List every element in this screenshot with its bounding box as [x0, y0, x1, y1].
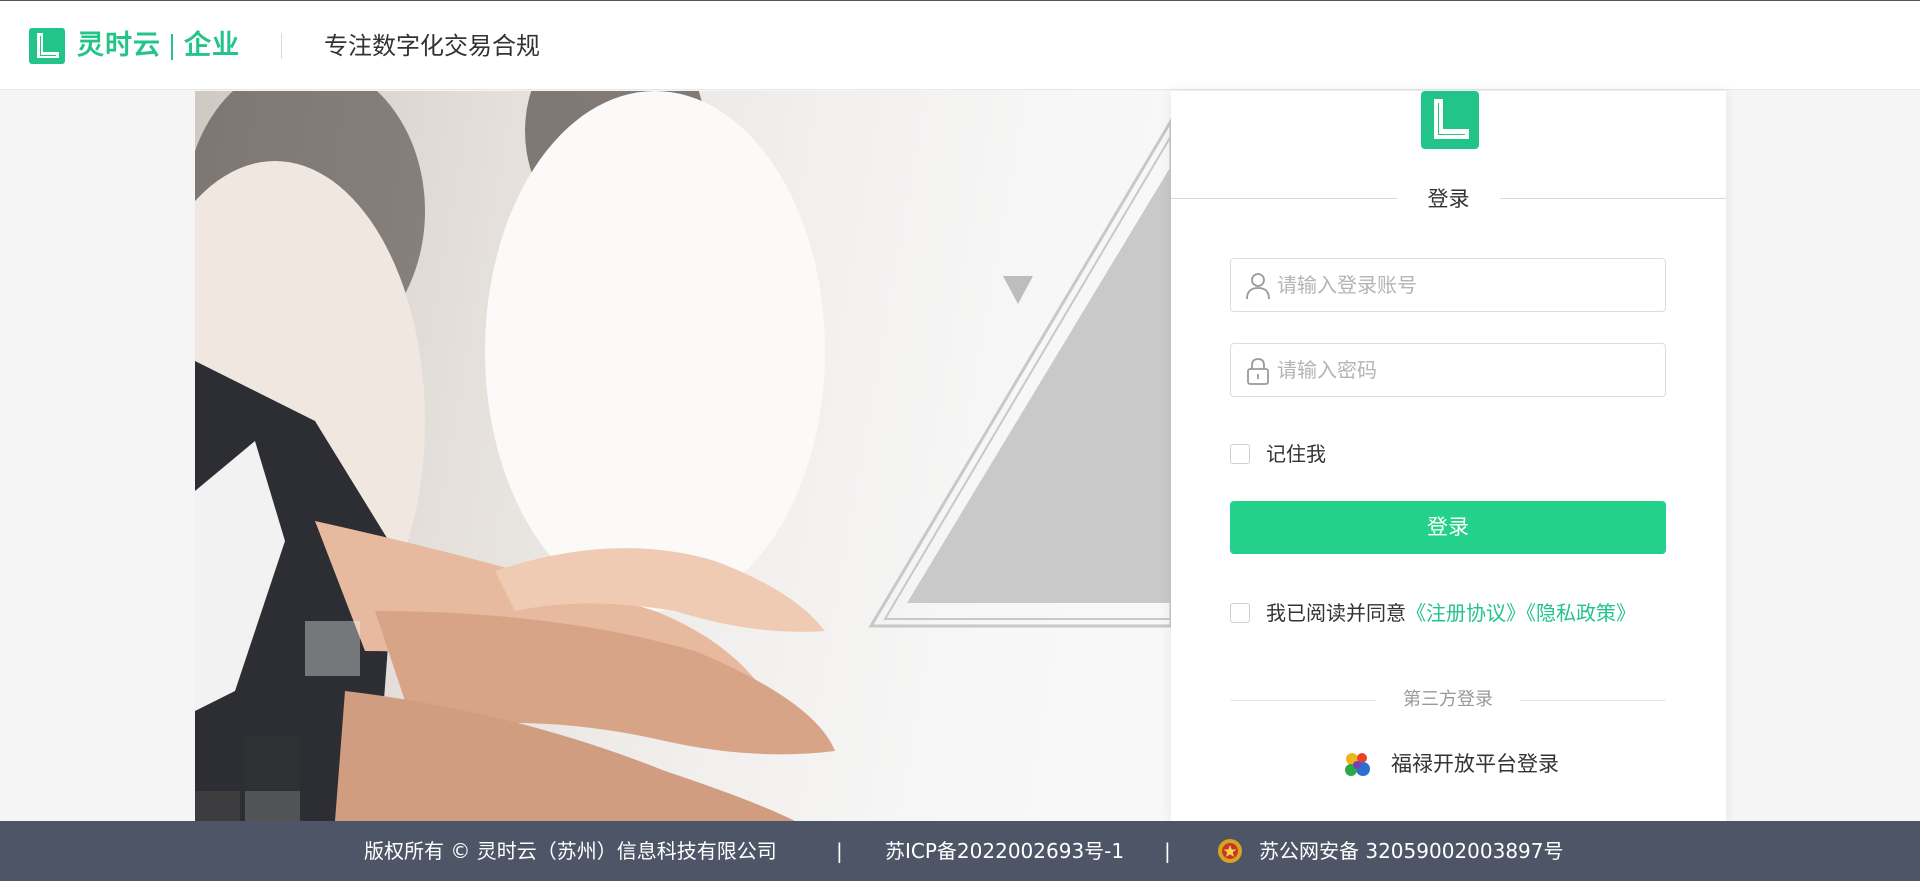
password-input[interactable] — [1277, 344, 1657, 396]
privacy-policy-link[interactable]: 《隐私政策》 — [1526, 601, 1636, 625]
footer-icp-link[interactable]: 苏ICP备2022002693号-1 — [885, 821, 1124, 881]
footer: 版权所有 © 灵时云（苏州）信息科技有限公司 | 苏ICP备2022002693… — [0, 821, 1920, 881]
remember-label[interactable]: 记住我 — [1266, 440, 1326, 468]
brand-name: 灵时云 — [77, 30, 161, 61]
fulu-logo-icon[interactable] — [1341, 749, 1373, 781]
title-divider-left — [1171, 198, 1397, 199]
header-separator — [281, 33, 282, 59]
brand-divider — [171, 34, 173, 60]
brand-subtitle: 企业 — [184, 30, 240, 61]
account-field[interactable] — [1230, 258, 1666, 312]
agreement-text: 我已阅读并同意《注册协议》《隐私政策》 — [1266, 598, 1636, 628]
login-title: 登录 — [1427, 187, 1470, 211]
login-button[interactable]: 登录 — [1230, 501, 1666, 554]
password-field[interactable] — [1230, 343, 1666, 397]
agreement-row: 我已阅读并同意《注册协议》《隐私政策》 — [1230, 598, 1690, 628]
third-party-title: 第三方登录 — [1403, 689, 1493, 710]
third-party-divider: 第三方登录 — [1230, 687, 1666, 713]
team-hands-illustration — [195, 91, 1171, 821]
account-input[interactable] — [1277, 259, 1657, 311]
footer-copyright: 版权所有 © 灵时云（苏州）信息科技有限公司 — [364, 839, 777, 863]
title-divider-right — [1500, 198, 1726, 199]
header-slogan: 专注数字化交易合规 — [324, 32, 540, 60]
footer-separator: | — [836, 839, 843, 863]
third-party-line-right — [1520, 700, 1666, 701]
top-header: 灵时云 企业 专注数字化交易合规 — [0, 0, 1920, 90]
register-agreement-link[interactable]: 《注册协议》 — [1406, 601, 1526, 625]
user-icon — [1246, 273, 1270, 300]
lock-icon — [1247, 358, 1269, 385]
agreement-prefix: 我已阅读并同意 — [1266, 601, 1406, 625]
third-party-line-left — [1230, 700, 1376, 701]
login-title-row: 登录 — [1171, 184, 1726, 214]
agreement-checkbox[interactable] — [1230, 603, 1250, 623]
remember-checkbox[interactable] — [1230, 444, 1250, 464]
fulu-login-label[interactable]: 福禄开放平台登录 — [1391, 747, 1559, 781]
police-badge-icon — [1218, 839, 1242, 863]
login-panel: 登录 记住我 登录 我已阅读并同意《注册协议》《隐私政策》 第三方登录 — [1171, 91, 1726, 821]
hero-image — [195, 91, 1171, 821]
footer-separator: | — [1164, 839, 1171, 863]
footer-police-link[interactable]: 苏公网安备 32059002003897号 — [1259, 821, 1564, 881]
brand-logo-icon — [1421, 91, 1479, 149]
brand-logo-icon[interactable] — [29, 28, 65, 64]
